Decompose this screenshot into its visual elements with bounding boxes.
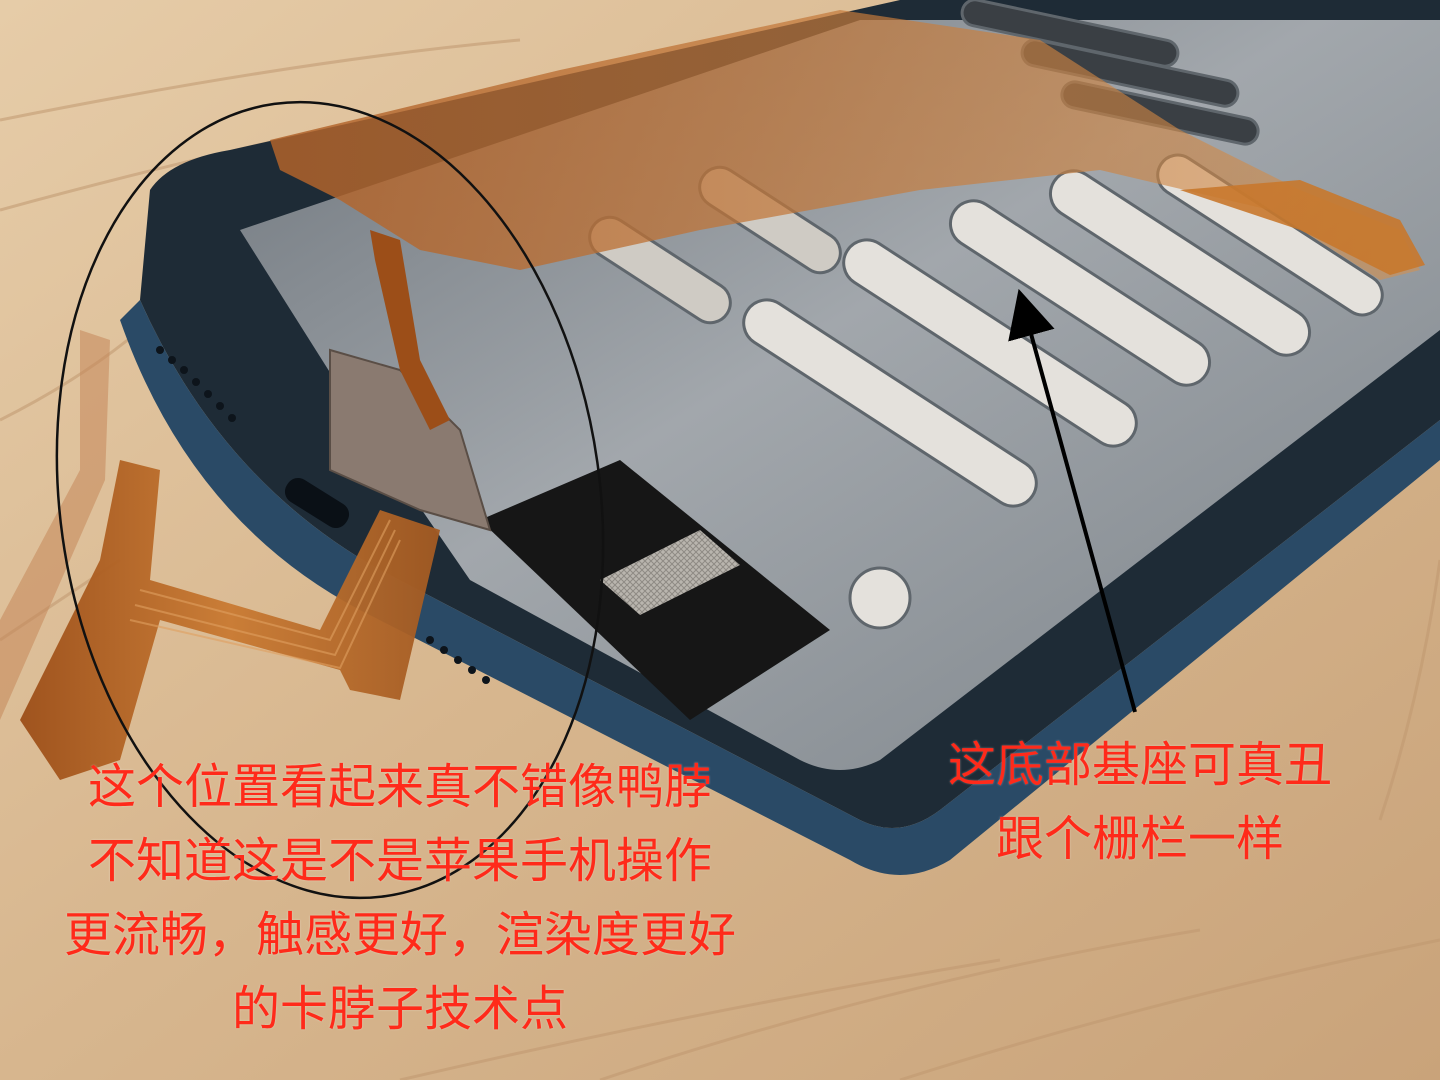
caption-left-line: 这个位置看起来真不错像鸭脖 [87,759,712,815]
caption-right-line: 跟个栅栏一样 [995,811,1284,867]
screw-hole [848,566,912,630]
caption-left: 这个位置看起来真不错像鸭脖 不知道这是不是苹果手机操作 更流畅，触感更好，渲染度… [0,750,800,1046]
caption-left-line: 更流畅，触感更好，渲染度更好 [63,907,736,963]
caption-right: 这底部基座可真丑 跟个栅栏一样 [910,728,1370,876]
caption-left-line: 的卡脖子技术点 [231,981,568,1037]
caption-left-line: 不知道这是不是苹果手机操作 [87,833,712,889]
caption-right-line: 这底部基座可真丑 [947,737,1332,793]
